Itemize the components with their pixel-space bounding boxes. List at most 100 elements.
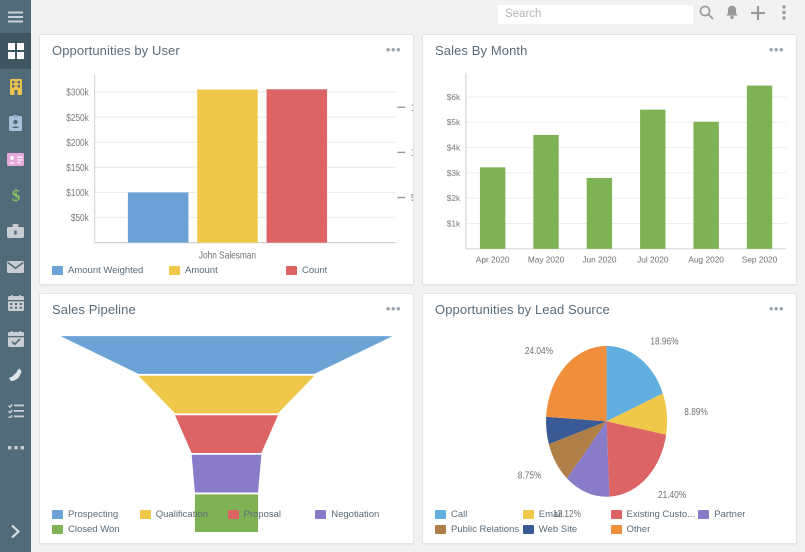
legend-item[interactable]: Email xyxy=(523,507,611,522)
legend-item[interactable]: Prospecting xyxy=(52,507,140,522)
briefcase-icon xyxy=(7,224,24,238)
legend-item[interactable]: Other xyxy=(611,522,699,537)
chart-text: 10 xyxy=(411,147,413,158)
building-icon xyxy=(9,79,23,95)
panel-header: Opportunities by Lead Source ••• xyxy=(423,294,796,324)
legend-swatch xyxy=(523,510,534,519)
chart-text: Apr 2020 xyxy=(476,254,510,264)
legend-swatch xyxy=(611,525,622,534)
funnel-segment[interactable] xyxy=(61,336,393,374)
legend-item[interactable]: Existing Custo... xyxy=(611,507,699,522)
legend-item[interactable]: Proposal xyxy=(228,507,316,522)
more-menu-button[interactable] xyxy=(771,1,797,27)
sidebar-item-calls[interactable] xyxy=(0,357,31,393)
panel-menu-button[interactable]: ••• xyxy=(767,301,786,317)
sidebar-item-opportunities[interactable]: $ xyxy=(0,177,31,213)
sidebar-expand-button[interactable] xyxy=(0,518,31,548)
sidebar-menu-toggle[interactable] xyxy=(0,0,31,33)
legend-label: Other xyxy=(627,523,651,536)
chart-sales-by-month: $1k$2k$3k$4k$5k$6kApr 2020May 2020Jun 20… xyxy=(423,65,796,284)
panel-title: Opportunities by User xyxy=(52,43,180,58)
funnel-segment[interactable] xyxy=(192,455,262,493)
legend-swatch xyxy=(315,510,326,519)
sidebar-item-emails[interactable] xyxy=(0,249,31,285)
chart-text: May 2020 xyxy=(528,254,565,264)
calendar-check-icon xyxy=(8,331,24,347)
chart-text: $2k xyxy=(447,193,461,203)
legend-swatch xyxy=(52,510,63,519)
sidebar-item-more[interactable] xyxy=(0,429,31,465)
legend-opportunities-by-lead-source: Call Email Existing Custo...Partner Public … xyxy=(435,507,786,537)
legend-item[interactable]: Closed Won xyxy=(52,522,140,537)
chart-text: Sep 2020 xyxy=(742,254,778,264)
legend-swatch xyxy=(611,510,622,519)
chart-text: $4k xyxy=(447,143,461,153)
notifications-button[interactable] xyxy=(719,1,745,27)
bar[interactable] xyxy=(747,86,772,249)
panel-menu-button[interactable]: ••• xyxy=(767,42,786,58)
sidebar: $ xyxy=(0,0,31,552)
chart-text: 5 xyxy=(411,192,413,203)
envelope-icon xyxy=(7,261,24,273)
legend-swatch xyxy=(52,266,63,275)
legend-label: Email xyxy=(539,508,563,521)
sidebar-item-dashboard[interactable] xyxy=(0,33,31,69)
legend-item[interactable]: Negotiation xyxy=(315,507,403,522)
legend-item[interactable]: Amount xyxy=(169,263,286,278)
legend-label: Public Relations xyxy=(451,523,519,536)
legend-label: Web Site xyxy=(539,523,577,536)
panel-menu-button[interactable]: ••• xyxy=(384,301,403,317)
funnel-segment[interactable] xyxy=(139,376,315,414)
sidebar-item-calendar[interactable] xyxy=(0,285,31,321)
legend-item[interactable]: Web Site xyxy=(523,522,611,537)
legend-label: Closed Won xyxy=(68,523,120,536)
chart-text: 15 xyxy=(411,102,413,113)
legend-label: Amount xyxy=(185,264,218,277)
sidebar-item-contacts[interactable] xyxy=(0,105,31,141)
panel-sales-by-month: Sales By Month ••• $1k$2k$3k$4k$5k$6kApr… xyxy=(422,34,797,285)
chart-text: $5k xyxy=(447,117,461,127)
bar[interactable] xyxy=(640,110,665,249)
bar[interactable] xyxy=(480,167,505,248)
app-root: $ xyxy=(0,0,805,552)
legend-swatch xyxy=(435,510,446,519)
legend-sales-pipeline: Prospecting Qualification Proposal Negotiat… xyxy=(52,507,403,537)
vertical-dots-icon xyxy=(782,5,786,23)
chart-text: Jun 2020 xyxy=(582,254,617,264)
sidebar-item-tasks[interactable] xyxy=(0,321,31,357)
legend-item[interactable]: Public Relations xyxy=(435,522,523,537)
panel-menu-button[interactable]: ••• xyxy=(384,42,403,58)
legend-item[interactable]: Call xyxy=(435,507,523,522)
legend-label: Count xyxy=(302,264,327,277)
bar[interactable] xyxy=(587,178,612,249)
sidebar-item-cases[interactable] xyxy=(0,213,31,249)
add-button[interactable] xyxy=(745,1,771,27)
search-button[interactable] xyxy=(693,1,719,27)
panel-sales-pipeline: Sales Pipeline ••• ProspectingQualificat… xyxy=(39,293,414,544)
sidebar-item-leads[interactable] xyxy=(0,141,31,177)
legend-item[interactable]: Qualification xyxy=(140,507,228,522)
panel-header: Sales By Month ••• xyxy=(423,35,796,65)
legend-item[interactable]: Amount Weighted xyxy=(52,263,169,278)
bell-icon xyxy=(725,5,739,23)
bar[interactable] xyxy=(533,135,558,249)
bar[interactable] xyxy=(197,90,258,243)
legend-swatch xyxy=(52,525,63,534)
chart-text: $6k xyxy=(447,92,461,102)
legend-opportunities-by-user: Amount Weighted Amount Count xyxy=(52,263,403,278)
chart-text: $200k xyxy=(66,137,89,148)
bar[interactable] xyxy=(693,122,718,249)
chart-text: Jul 2020 xyxy=(637,254,669,264)
legend-item[interactable]: Partner xyxy=(698,507,786,522)
funnel-segment[interactable] xyxy=(175,415,278,453)
sidebar-item-activities[interactable] xyxy=(0,393,31,429)
legend-label: Qualification xyxy=(156,508,208,521)
bar[interactable] xyxy=(128,192,189,242)
bar[interactable] xyxy=(267,89,328,242)
legend-label: Proposal xyxy=(244,508,282,521)
pie-slice[interactable] xyxy=(546,346,606,421)
search-input[interactable] xyxy=(498,5,693,24)
chart-text: $300k xyxy=(66,87,89,98)
legend-item[interactable]: Count xyxy=(286,263,403,278)
sidebar-item-accounts[interactable] xyxy=(0,69,31,105)
